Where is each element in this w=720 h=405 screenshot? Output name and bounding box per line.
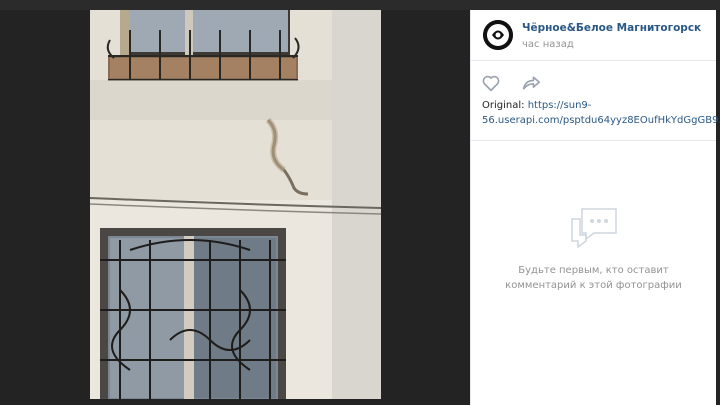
author-name-link[interactable]: Чёрное&Белое Магнитогорск [522, 22, 701, 34]
side-panel: Чёрное&Белое Магнитогорск час назад Orig… [470, 10, 720, 405]
empty-comments-line-1: Будьте первым, кто оставит [518, 265, 669, 276]
photo-image [90, 10, 381, 399]
empty-comments: Будьте первым, кто оставит комментарий к… [471, 205, 716, 293]
post-actions [471, 60, 716, 100]
community-avatar[interactable] [483, 20, 513, 50]
like-button[interactable] [481, 74, 503, 94]
share-arrow-icon [522, 76, 540, 90]
heart-icon [482, 75, 500, 92]
share-button[interactable] [521, 74, 543, 94]
photo[interactable] [90, 10, 381, 399]
author-block: Чёрное&Белое Магнитогорск час назад [471, 10, 716, 61]
avatar-logo-icon [483, 20, 513, 50]
original-label: Original: [482, 100, 525, 111]
original-link-continued[interactable]: 56.userapi.com/psptdu64yyz8EOufHkYdGgGB9… [482, 115, 720, 126]
post-time[interactable]: час назад [522, 39, 574, 50]
empty-comments-line-2: комментарий к этой фотографии [505, 280, 682, 291]
original-link[interactable]: https://sun9- [528, 100, 592, 111]
divider [471, 140, 716, 141]
comments-bubble-icon [568, 205, 620, 251]
viewer-topbar [0, 0, 720, 10]
post-description: Original: https://sun9- 56.userapi.com/p… [482, 98, 720, 128]
photo-viewer: Чёрное&Белое Магнитогорск час назад Orig… [0, 0, 720, 405]
